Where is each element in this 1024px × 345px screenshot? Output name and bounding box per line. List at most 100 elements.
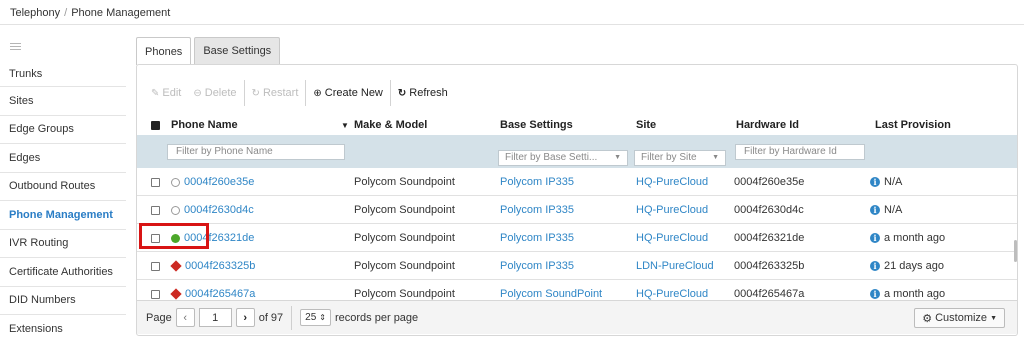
row-checkbox[interactable]: [151, 196, 160, 224]
base-settings-link[interactable]: Polycom IP335: [500, 224, 574, 252]
edit-icon: ✎: [151, 87, 160, 99]
hardware-id-cell: 0004f26321de: [734, 232, 805, 244]
per-page-select[interactable]: 25 ⇕: [300, 309, 331, 326]
table-row[interactable]: 0004f260e35e Polycom Soundpoint Polycom …: [137, 168, 1017, 196]
plus-circle-icon: ⊕: [313, 87, 322, 99]
col-phone-name[interactable]: Phone Name: [171, 115, 238, 135]
filter-site-select[interactable]: Filter by Site ▼: [634, 149, 726, 166]
row-checkbox[interactable]: [151, 168, 160, 196]
create-new-label: Create New: [324, 87, 383, 99]
delete-button[interactable]: ⊖ Delete: [187, 79, 242, 107]
customize-label: Customize: [935, 312, 988, 324]
col-base-settings[interactable]: Base Settings: [500, 115, 573, 135]
page-number-input[interactable]: 1: [198, 308, 232, 327]
col-make-model[interactable]: Make & Model: [354, 115, 427, 135]
next-page-button[interactable]: ›: [235, 308, 255, 327]
filter-phone-name-input[interactable]: Filter by Phone Name: [167, 143, 345, 160]
breadcrumb-root[interactable]: Telephony: [10, 7, 60, 19]
info-icon[interactable]: i: [870, 177, 880, 187]
caret-down-icon: ▼: [990, 314, 997, 322]
last-provision-cell: N/A: [884, 204, 903, 216]
phone-name-link[interactable]: 0004f265467a: [185, 288, 255, 300]
per-page-value: 25: [305, 312, 317, 323]
tab-phones[interactable]: Phones: [136, 37, 192, 65]
site-link[interactable]: HQ-PureCloud: [636, 168, 708, 196]
sidebar-item-sites[interactable]: Sites: [0, 86, 126, 115]
make-model-cell: Polycom Soundpoint: [354, 204, 455, 216]
sidebar-item-outbound-routes[interactable]: Outbound Routes: [0, 171, 126, 201]
sidebar-item-certificate-authorities[interactable]: Certificate Authorities: [0, 257, 126, 286]
page-count: of 97: [258, 311, 284, 324]
phone-name-link[interactable]: 0004f2630d4c: [184, 204, 254, 216]
hardware-id-cell: 0004f263325b: [734, 260, 805, 272]
breadcrumb-current: Phone Management: [71, 7, 171, 19]
base-settings-link[interactable]: Polycom IP335: [500, 168, 574, 196]
row-checkbox[interactable]: [151, 252, 160, 280]
edit-label: Edit: [162, 87, 182, 99]
sidebar-item-edges[interactable]: Edges: [0, 143, 126, 172]
scrollbar-thumb[interactable]: [1014, 240, 1017, 262]
prev-page-button[interactable]: ‹: [175, 308, 195, 327]
restart-button[interactable]: ↻ Restart: [246, 79, 305, 107]
col-last-provision[interactable]: Last Provision: [875, 115, 951, 135]
make-model-cell: Polycom Soundpoint: [354, 176, 455, 188]
col-site[interactable]: Site: [636, 115, 656, 135]
customize-button[interactable]: ⚙ Customize ▼: [914, 308, 1005, 328]
sidebar-item-phone-management[interactable]: Phone Management: [0, 200, 126, 229]
last-provision-cell: 21 days ago: [884, 260, 944, 272]
status-unknown-icon: [171, 177, 180, 187]
restart-label: Restart: [262, 87, 299, 99]
filter-site-value: Filter by Site: [641, 152, 697, 163]
create-new-button[interactable]: ⊕ Create New: [307, 79, 388, 107]
col-hardware-id[interactable]: Hardware Id: [736, 115, 799, 135]
info-icon[interactable]: i: [870, 205, 880, 215]
info-icon[interactable]: i: [870, 289, 880, 299]
sidebar-item-trunks[interactable]: Trunks: [0, 63, 126, 86]
table-row[interactable]: 0004f26321de Polycom Soundpoint Polycom …: [137, 224, 1017, 252]
make-model-cell: Polycom Soundpoint: [354, 260, 455, 272]
menu-toggle-icon[interactable]: [10, 43, 21, 52]
filter-base-settings-value: Filter by Base Setti...: [505, 152, 598, 163]
delete-label: Delete: [204, 87, 237, 99]
status-unknown-icon: [171, 205, 180, 215]
refresh-button[interactable]: ↻ Refresh: [392, 79, 454, 107]
site-link[interactable]: HQ-PureCloud: [636, 224, 708, 252]
sidebar-nav: Trunks Sites Edge Groups Edges Outbound …: [0, 63, 126, 343]
toolbar-divider: [243, 80, 245, 106]
last-provision-cell: a month ago: [884, 288, 946, 300]
info-icon[interactable]: i: [870, 233, 880, 243]
toolbar-divider: [305, 80, 307, 106]
hardware-id-cell: 0004f260e35e: [734, 176, 805, 188]
sidebar-item-extensions[interactable]: Extensions: [0, 314, 126, 343]
filter-row: Filter by Phone Name Filter by Base Sett…: [137, 135, 1017, 168]
sidebar-item-did-numbers[interactable]: DID Numbers: [0, 285, 126, 315]
sidebar-item-ivr-routing[interactable]: IVR Routing: [0, 228, 126, 258]
base-settings-link[interactable]: Polycom IP335: [500, 196, 574, 224]
base-settings-link[interactable]: Polycom IP335: [500, 252, 574, 280]
updown-caret-icon: ⇕: [319, 313, 326, 322]
site-link[interactable]: HQ-PureCloud: [636, 196, 708, 224]
chevron-right-icon: ›: [243, 311, 248, 324]
pager-divider: [291, 305, 293, 330]
phones-table: Phone Name ▼ Make & Model Base Settings …: [137, 115, 1017, 308]
select-all-checkbox[interactable]: [151, 115, 160, 135]
minus-circle-icon: ⊖: [193, 87, 202, 99]
filter-base-settings-select[interactable]: Filter by Base Setti... ▼: [498, 149, 628, 166]
per-page-label: records per page: [335, 311, 419, 324]
edit-button[interactable]: ✎ Edit: [145, 79, 187, 107]
info-icon[interactable]: i: [870, 261, 880, 271]
site-link[interactable]: LDN-PureCloud: [636, 252, 714, 280]
breadcrumb-separator: /: [64, 7, 68, 19]
header-divider: [0, 24, 1024, 25]
tab-base-settings[interactable]: Base Settings: [194, 37, 281, 64]
phone-name-link[interactable]: 0004f263325b: [185, 260, 255, 272]
table-row[interactable]: 0004f2630d4c Polycom Soundpoint Polycom …: [137, 196, 1017, 224]
phone-name-link[interactable]: 0004f260e35e: [184, 176, 254, 188]
highlight-box: [139, 223, 209, 249]
dropdown-caret-icon: ▼: [712, 154, 719, 161]
sidebar-item-edge-groups[interactable]: Edge Groups: [0, 114, 126, 144]
filter-hardware-id-input[interactable]: Filter by Hardware Id: [735, 143, 865, 160]
table-row[interactable]: 0004f263325b Polycom Soundpoint Polycom …: [137, 252, 1017, 280]
table-header: Phone Name ▼ Make & Model Base Settings …: [137, 115, 1017, 135]
sort-desc-icon[interactable]: ▼: [341, 115, 349, 135]
